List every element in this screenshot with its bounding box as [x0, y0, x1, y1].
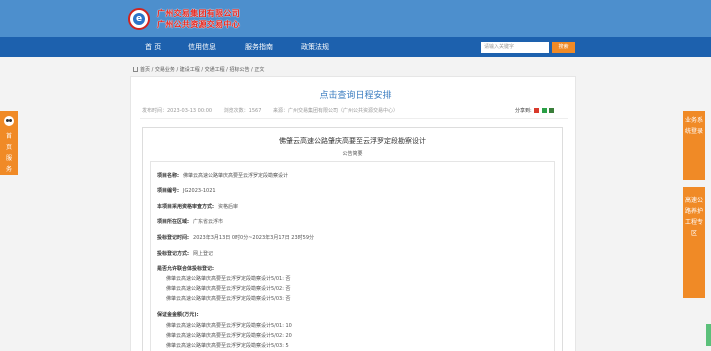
schedule-link[interactable]: 点击查询日程安排	[0, 88, 711, 101]
search-button[interactable]: 搜索	[552, 42, 575, 53]
search-input[interactable]: 请输入关键字	[481, 42, 549, 53]
project-no-label: 项目编号:	[157, 188, 179, 194]
nav-credit-info[interactable]: 信用信息	[188, 37, 216, 57]
site-logo[interactable]: e	[128, 8, 154, 30]
deposit-item: 佛肇云高速公路肇庆高要至云浮罗定段勘察设计5/02: 20	[166, 333, 292, 339]
doc-subtitle: 公告简要	[342, 151, 363, 157]
deposit-label: 保证金金额(万元):	[157, 312, 199, 318]
joint-bid-item: 佛肇云高速公路肇庆高要至云浮罗定段勘察设计5/03: 否	[166, 296, 291, 302]
review-method-row: 本项目采用资格审查方式: 资格后审	[157, 203, 238, 210]
share-label: 分享到:	[515, 108, 532, 114]
reg-time-label: 投标登记时间:	[157, 235, 190, 241]
project-name-row: 项目名称: 佛肇云高速公路肇庆高要至云浮罗定段勘察设计	[157, 172, 288, 179]
home-service-float[interactable]: 首页服务	[0, 111, 18, 175]
org-name-line2: 广州公共资源交易中心	[157, 20, 240, 29]
project-no-value: JG2023-1021	[183, 188, 216, 194]
main-nav: 首 页 信用信息 服务指南 政策法规 请输入关键字 搜索	[0, 37, 711, 57]
home-icon	[133, 67, 138, 72]
share-bar: 分享到:	[515, 107, 555, 114]
breadcrumb: 首页 / 交易业务 / 建设工程 / 交通工程 / 招标公告 / 正文	[133, 66, 264, 73]
site-header: e 广州交易集团有限公司 广州公共资源交易中心	[0, 0, 711, 37]
org-name-line1: 广州交易集团有限公司	[157, 9, 240, 18]
highway-maintenance-label: 高速公路养护工程专区	[684, 197, 703, 237]
reg-method-row: 投标登记方式: 网上登记	[157, 250, 213, 257]
joint-bid-label: 是否允许联合体投标登记:	[157, 266, 215, 272]
joint-bid-item: 佛肇云高速公路肇庆高要至云浮罗定段勘察设计5/02: 否	[166, 286, 291, 292]
scrollbar-thumb[interactable]	[706, 324, 711, 346]
summary-divider	[150, 161, 555, 162]
meta-divider	[140, 118, 568, 119]
nav-home[interactable]: 首 页	[145, 37, 161, 57]
project-no-row: 项目编号: JG2023-1021	[157, 187, 216, 194]
review-method-label: 本项目采用资格审查方式:	[157, 204, 215, 210]
region-value: 广东省云浮市	[193, 219, 224, 225]
source: 来源：广州交易集团有限公司（广州公共资源交易中心）	[272, 108, 398, 114]
reg-method-value: 网上登记	[193, 251, 214, 257]
reg-time-row: 投标登记时间: 2023年3月13日 0时0分~2023年3月17日 23时59分	[157, 234, 314, 241]
mascot-icon	[4, 116, 14, 126]
reg-method-label: 投标登记方式:	[157, 251, 190, 257]
doc-title: 佛肇云高速公路肇庆高要至云浮罗定段勘察设计	[279, 137, 426, 145]
deposit-item: 佛肇云高速公路肇庆高要至云浮罗定段勘察设计5/03: 5	[166, 343, 289, 349]
breadcrumb-text[interactable]: 首页 / 交易业务 / 建设工程 / 交通工程 / 招标公告 / 正文	[140, 67, 264, 73]
view-count: 浏览次数：1567	[223, 108, 262, 114]
joint-bid-item: 佛肇云高速公路肇庆高要至云浮罗定段勘察设计5/01: 否	[166, 276, 291, 282]
business-login-float[interactable]: 业务系统登录	[683, 111, 705, 180]
project-name-label: 项目名称:	[157, 173, 179, 179]
logo-letter: e	[133, 13, 145, 25]
deposit-item: 佛肇云高速公路肇庆高要至云浮罗定段勘察设计5/01: 10	[166, 323, 292, 329]
nav-policy[interactable]: 政策法规	[301, 37, 329, 57]
business-login-label: 业务系统登录	[684, 117, 703, 135]
wechat-icon[interactable]	[541, 108, 547, 113]
project-name-value: 佛肇云高速公路肇庆高要至云浮罗定段勘察设计	[183, 173, 289, 179]
publish-time: 发布时间：2023-03-13 00:00	[142, 108, 213, 114]
home-service-label: 首页服务	[5, 133, 12, 173]
deposit-row: 保证金金额(万元):	[157, 311, 199, 318]
print-icon[interactable]	[549, 108, 555, 113]
joint-bid-row: 是否允许联合体投标登记:	[157, 265, 214, 272]
nav-service-guide[interactable]: 服务指南	[245, 37, 273, 57]
region-label: 项目所在区域:	[157, 219, 190, 225]
review-method-value: 资格后审	[218, 204, 239, 210]
org-name: 广州交易集团有限公司 广州公共资源交易中心	[157, 8, 240, 30]
region-row: 项目所在区域: 广东省云浮市	[157, 218, 223, 225]
reg-time-value: 2023年3月13日 0时0分~2023年3月17日 23时59分	[193, 235, 315, 241]
weibo-icon[interactable]	[534, 108, 540, 113]
highway-maintenance-float[interactable]: 高速公路养护工程专区	[683, 187, 705, 298]
article-meta: 发布时间：2023-03-13 00:00 浏览次数：1567 来源：广州交易集…	[142, 107, 408, 114]
